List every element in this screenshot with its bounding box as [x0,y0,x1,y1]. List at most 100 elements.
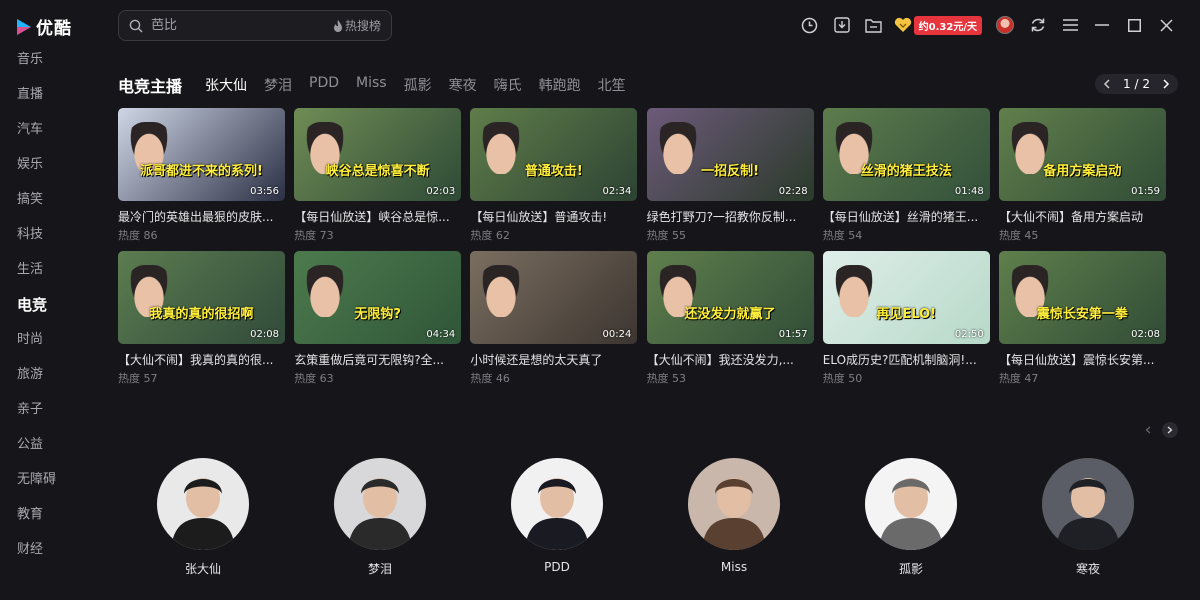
video-title[interactable]: 【每日仙放送】普通攻击! [470,208,637,225]
video-thumbnail[interactable]: 震惊长安第一拳 02:08 [998,251,1166,344]
streamer-card[interactable]: Miss [688,458,780,577]
streamer-avatar[interactable] [688,458,780,550]
video-card[interactable]: 再见ELO! 02:50 ELO成历史?匹配机制脑洞!... 热度 50 [822,251,990,386]
refresh-button[interactable] [1022,14,1054,36]
video-card[interactable]: 派哥都进不来的系列! 03:56 最冷门的英雄出最狠的皮肤... 热度 86 [118,108,285,243]
hot-search-button[interactable]: 热搜榜 [333,17,381,34]
sidebar-item-2[interactable]: 汽车 [17,120,56,155]
video-thumbnail[interactable]: 再见ELO! 02:50 [822,251,990,344]
video-duration: 02:28 [778,186,808,197]
tab-streamer[interactable]: 北笙 [598,75,626,95]
sidebar-item-11[interactable]: 公益 [17,435,56,470]
history-button[interactable] [794,14,826,36]
video-card[interactable]: 00:24 小时候还是想的太天真了 热度 46 [470,251,638,386]
video-thumbnail[interactable]: 丝滑的猪王技法 01:48 [822,108,990,201]
download-button[interactable] [826,14,858,36]
video-card[interactable]: 丝滑的猪王技法 01:48 【每日仙放送】丝滑的猪王... 热度 54 [822,108,990,243]
video-thumbnail[interactable]: 00:24 [470,251,638,344]
streamer-card[interactable]: 寒夜 [1042,458,1134,577]
folder-button[interactable] [858,14,890,36]
video-thumbnail[interactable]: 普通攻击! 02:34 [470,108,638,201]
video-card[interactable]: 普通攻击! 02:34 【每日仙放送】普通攻击! 热度 62 [470,108,638,243]
video-title[interactable]: 绿色打野刀?一招教你反制... [647,208,814,225]
search-input[interactable] [151,18,333,33]
video-title[interactable]: 【大仙不闹】我真的真的很... [118,351,285,368]
vip-button[interactable]: 约0.32元/天 [894,15,982,35]
tab-streamer[interactable]: Miss [356,75,387,95]
youku-logo[interactable]: 优酷 [16,14,72,39]
streamer-name: 梦泪 [367,562,392,576]
video-title[interactable]: 【大仙不闹】我还没发力,... [647,351,814,368]
sidebar-item-12[interactable]: 无障碍 [17,470,56,505]
sidebar-item-1[interactable]: 直播 [17,85,56,120]
streamer-prev-button[interactable] [1140,422,1156,438]
tab-streamer[interactable]: 张大仙 [205,75,247,95]
streamer-card[interactable]: PDD [511,458,603,577]
video-title[interactable]: 玄策重做后竟可无限钩?全... [294,351,461,368]
sidebar-item-10[interactable]: 亲子 [17,400,56,435]
tab-streamer[interactable]: 嗨氏 [494,75,522,95]
video-thumbnail[interactable]: 备用方案启动 01:59 [998,108,1166,201]
streamer-card[interactable]: 孤影 [865,458,957,577]
streamer-avatar[interactable] [511,458,603,550]
video-card[interactable]: 我真的真的很招啊 02:08 【大仙不闹】我真的真的很... 热度 57 [118,251,285,386]
streamer-card[interactable]: 张大仙 [157,458,249,577]
video-card[interactable]: 一招反制! 02:28 绿色打野刀?一招教你反制... 热度 55 [646,108,814,243]
video-title[interactable]: 小时候还是想的太天真了 [470,351,637,368]
menu-button[interactable] [1054,14,1086,36]
sidebar-item-6[interactable]: 生活 [17,260,56,295]
video-thumbnail[interactable]: 一招反制! 02:28 [646,108,814,201]
close-button[interactable] [1150,14,1182,36]
maximize-button[interactable] [1118,14,1150,36]
sidebar-item-5[interactable]: 科技 [17,225,56,260]
thumbnail-caption: 再见ELO! [876,307,937,322]
video-title[interactable]: 【每日仙放送】震惊长安第... [999,351,1166,368]
sidebar-item-3[interactable]: 娱乐 [17,155,56,190]
tab-streamer[interactable]: 孤影 [404,75,432,95]
streamer-avatar[interactable] [865,458,957,550]
tab-streamer[interactable]: 梦泪 [264,75,292,95]
thumbnail-caption: 还没发力就赢了 [684,307,776,322]
video-card[interactable]: 峡谷总是惊喜不断 02:03 【每日仙放送】峡谷总是惊... 热度 73 [294,108,462,243]
sidebar-item-4[interactable]: 搞笑 [17,190,56,225]
sidebar-item-14[interactable]: 财经 [17,540,56,575]
tab-streamer[interactable]: 韩跑跑 [539,75,581,95]
streamer-tabs: 张大仙 梦泪 PDD Miss 孤影 寒夜 嗨氏 韩跑跑 北笙 [205,75,626,95]
video-title[interactable]: ELO成历史?匹配机制脑洞!... [823,351,990,368]
video-title[interactable]: 【每日仙放送】丝滑的猪王... [823,208,990,225]
video-card[interactable]: 无限钩? 04:34 玄策重做后竟可无限钩?全... 热度 63 [294,251,462,386]
streamer-next-button[interactable] [1162,422,1178,438]
video-thumbnail[interactable]: 还没发力就赢了 01:57 [646,251,814,344]
streamer-avatar[interactable] [1042,458,1134,550]
minimize-button[interactable] [1086,14,1118,36]
video-duration: 01:59 [1131,186,1160,197]
video-thumbnail[interactable]: 峡谷总是惊喜不断 02:03 [294,108,462,201]
video-title[interactable]: 【每日仙放送】峡谷总是惊... [294,208,461,225]
search-box[interactable]: 热搜榜 [118,10,392,41]
video-thumbnail[interactable]: 派哥都进不来的系列! 03:56 [118,108,285,201]
sidebar-item-13[interactable]: 教育 [17,505,56,540]
video-card[interactable]: 备用方案启动 01:59 【大仙不闹】备用方案启动 热度 45 [998,108,1166,243]
tab-streamer[interactable]: PDD [309,75,339,95]
streamer-avatar[interactable] [157,458,249,550]
thumbnail-caption: 备用方案启动 [1043,164,1122,179]
streamer-card[interactable]: 梦泪 [334,458,426,577]
tab-streamer[interactable]: 寒夜 [449,75,477,95]
video-title[interactable]: 【大仙不闹】备用方案启动 [999,208,1166,225]
video-card[interactable]: 震惊长安第一拳 02:08 【每日仙放送】震惊长安第... 热度 47 [998,251,1166,386]
sidebar-item-9[interactable]: 旅游 [17,365,56,400]
sidebar-item-8[interactable]: 时尚 [17,330,56,365]
video-title[interactable]: 最冷门的英雄出最狠的皮肤... [118,208,285,225]
sidebar-item-0[interactable]: 音乐 [17,50,56,85]
user-avatar[interactable] [996,16,1014,34]
video-thumbnail[interactable]: 无限钩? 04:34 [294,251,462,344]
sidebar-item-7[interactable]: 电竞 [17,295,56,330]
thumbnail-caption: 无限钩? [354,307,401,322]
video-card[interactable]: 还没发力就赢了 01:57 【大仙不闹】我还没发力,... 热度 53 [646,251,814,386]
video-thumbnail[interactable]: 我真的真的很招啊 02:08 [118,251,285,344]
prev-page-button[interactable] [1097,74,1117,94]
thumbnail-caption: 一招反制! [701,164,760,179]
clock-icon [801,17,818,33]
next-page-button[interactable] [1156,74,1176,94]
streamer-avatar[interactable] [334,458,426,550]
